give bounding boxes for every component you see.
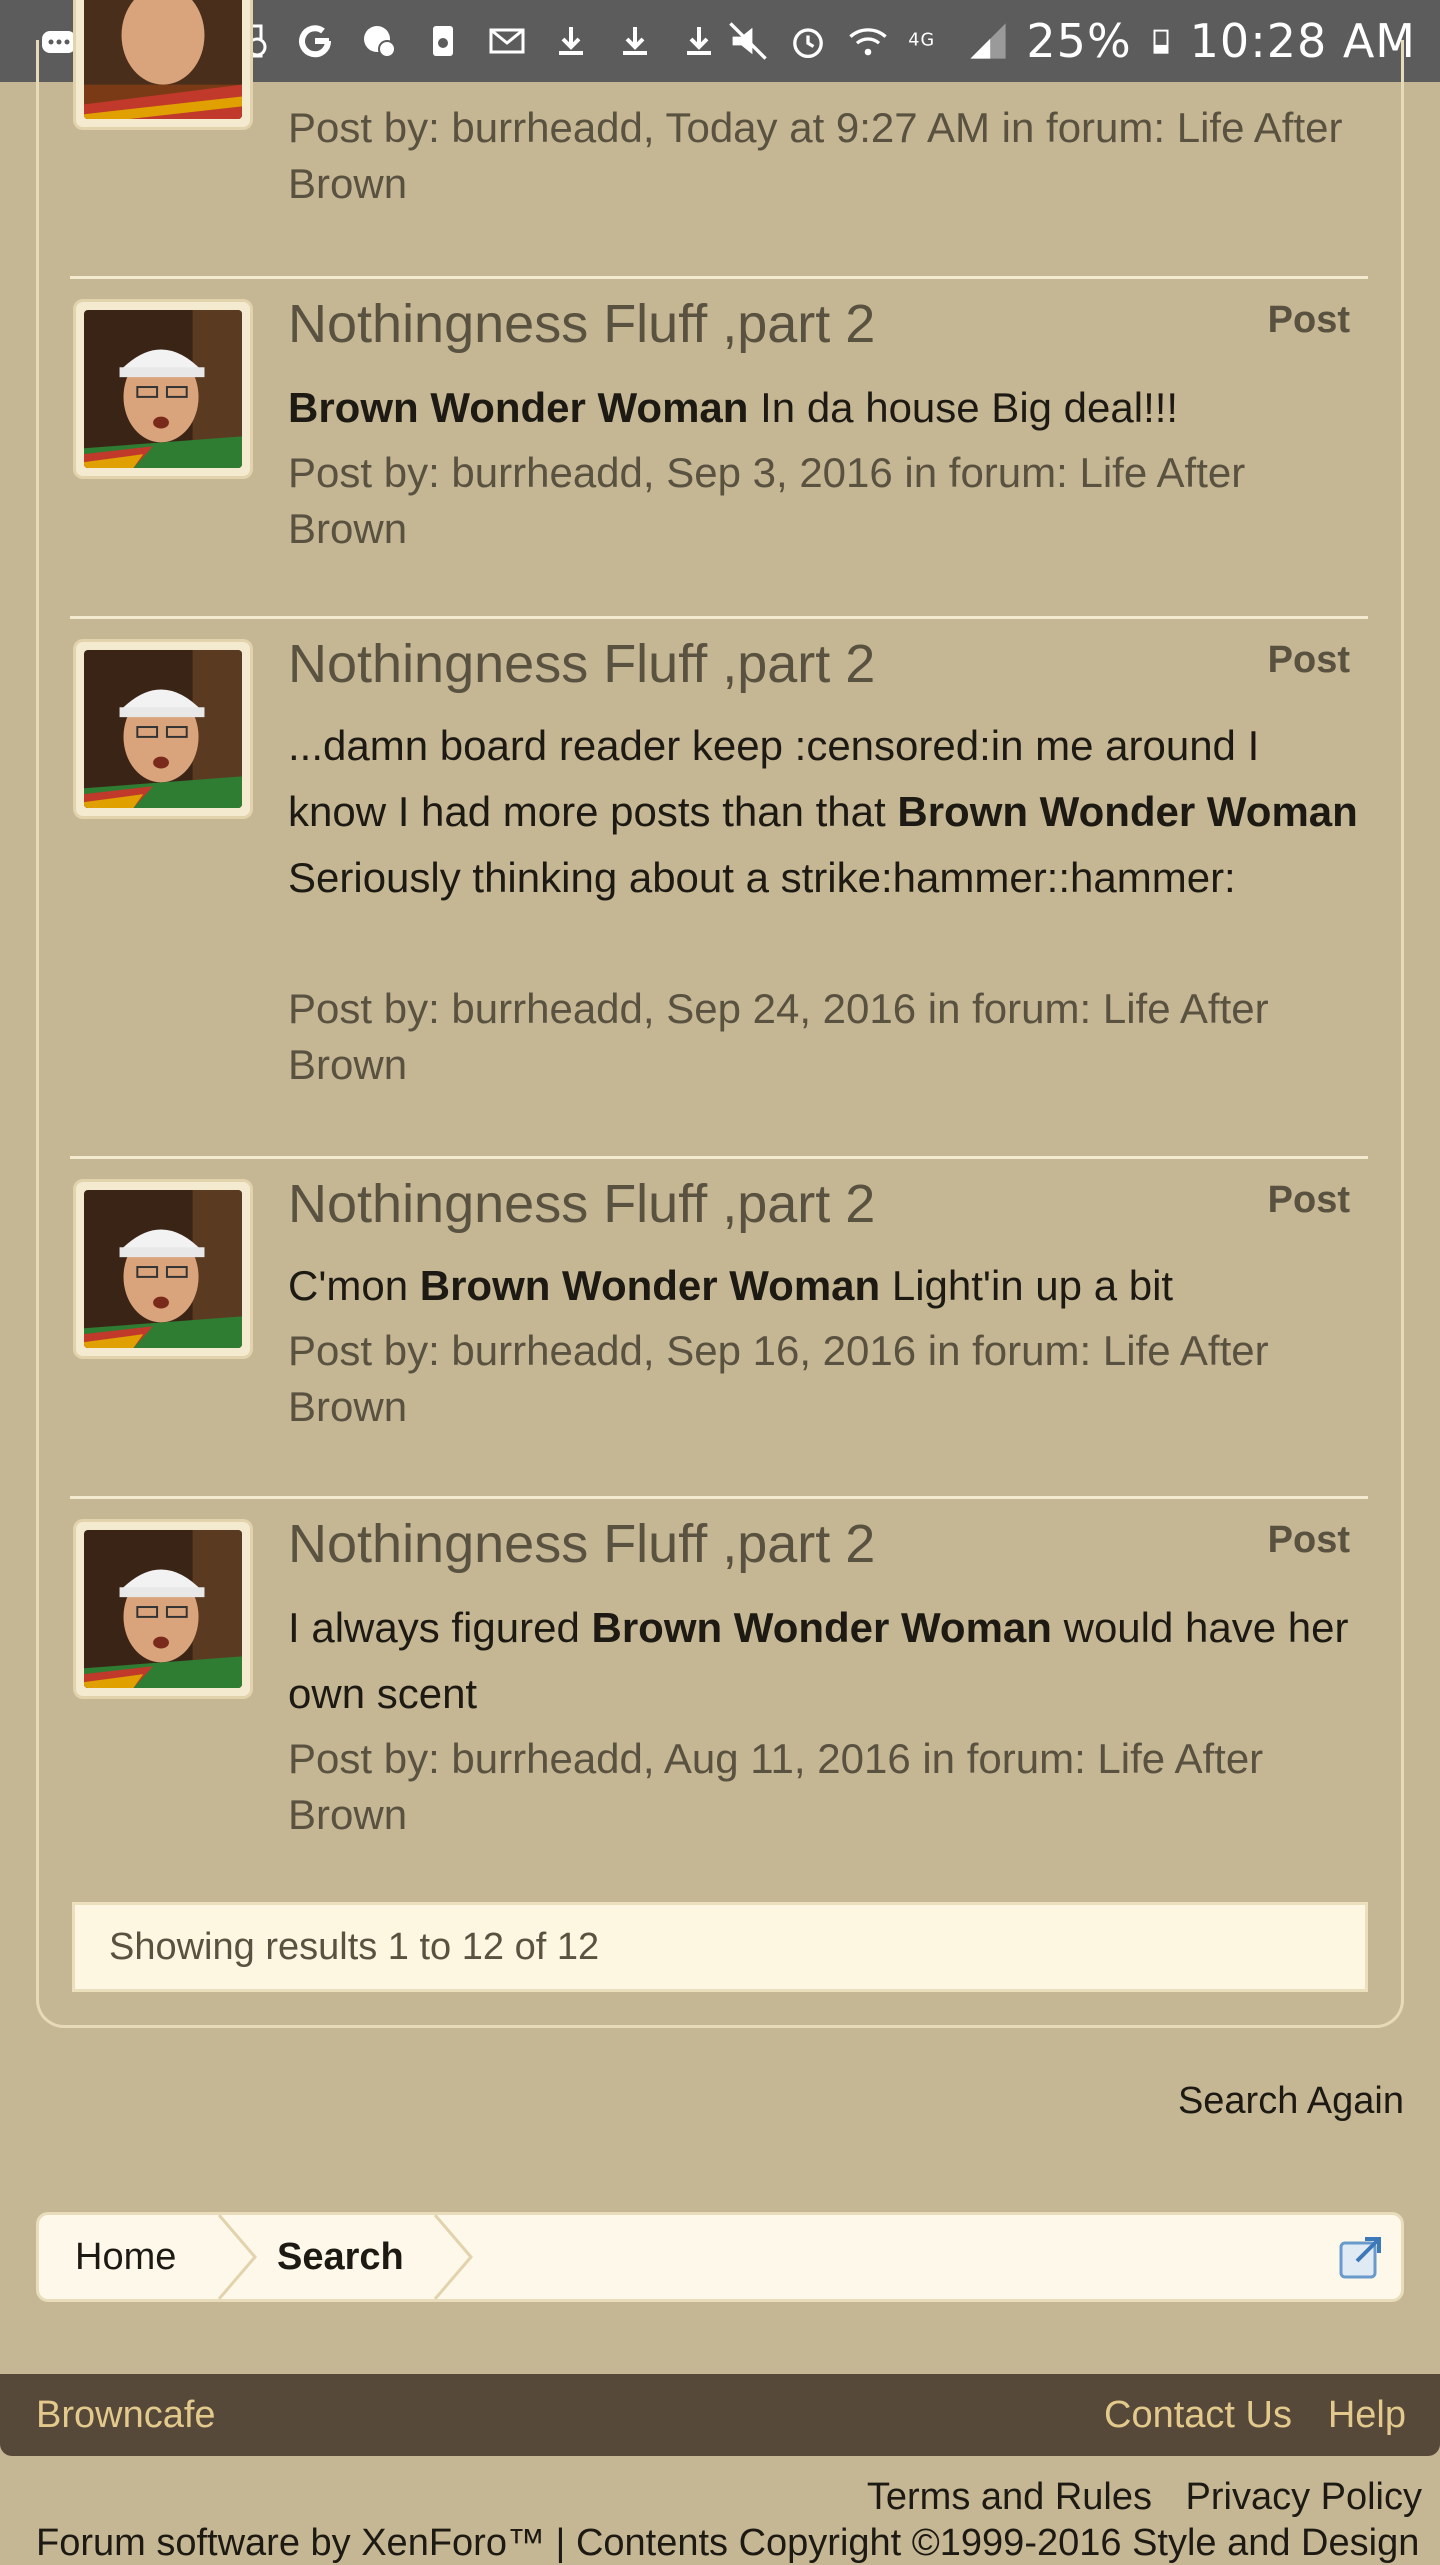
avatar-image — [84, 310, 242, 468]
avatar-image — [84, 1530, 242, 1688]
avatar[interactable] — [73, 1519, 253, 1699]
privacy-link[interactable]: Privacy Policy — [1186, 2476, 1423, 2519]
search-result: Post by: burrheadd, Today at 9:27 AM in … — [70, 0, 1368, 270]
result-snippet: C'mon Brown Wonder Woman Light'in up a b… — [288, 1253, 1358, 1319]
avatar-image — [84, 1190, 242, 1348]
result-meta: Post by: burrheadd, Sep 16, 2016 in foru… — [288, 1327, 1269, 1430]
result-snippet: Brown Wonder Woman In da house Big deal!… — [288, 375, 1358, 441]
contact-us-link[interactable]: Contact Us — [1104, 2374, 1292, 2456]
avatar[interactable] — [73, 299, 253, 479]
result-title[interactable]: Nothingness Fluff ,part 2 — [288, 293, 875, 355]
result-snippet: ...damn board reader keep :censored:in m… — [288, 713, 1358, 911]
result-meta: Post by: burrheadd, Aug 11, 2016 in foru… — [288, 1735, 1264, 1838]
result-meta: Post by: burrheadd, Sep 3, 2016 in forum… — [288, 449, 1246, 552]
search-highlight: Brown Wonder Woman — [419, 1262, 881, 1309]
snippet-text: Seriously thinking about a strike:hammer… — [288, 854, 1236, 901]
search-result: Nothingness Fluff ,part 2 Post Brown Won… — [70, 276, 1368, 615]
footer-home-link[interactable]: Browncafe — [36, 2374, 216, 2456]
result-title[interactable]: Nothingness Fluff ,part 2 — [288, 1513, 875, 1575]
search-highlight: Brown Wonder Woman — [591, 1604, 1052, 1651]
snippet-text: Light'in up a bit — [880, 1262, 1174, 1309]
breadcrumb-separator-icon — [217, 2215, 257, 2299]
snippet-text: I always figured — [288, 1604, 592, 1651]
result-snippet: I always figured Brown Wonder Woman woul… — [288, 1595, 1358, 1727]
breadcrumb-home[interactable]: Home — [75, 2215, 176, 2299]
breadcrumb: Home Search — [36, 2212, 1404, 2302]
breadcrumb-search[interactable]: Search — [277, 2215, 404, 2299]
search-highlight: Brown Wonder Woman — [288, 384, 749, 431]
footer-bar: Browncafe Contact Us Help — [0, 2374, 1440, 2456]
avatar[interactable] — [73, 1179, 253, 1359]
search-result: Nothingness Fluff ,part 2 Post C'mon Bro… — [70, 1156, 1368, 1495]
results-count: Showing results 1 to 12 of 12 — [72, 1902, 1368, 1992]
copyright-notice: Forum software by XenForo™ | Contents Co… — [36, 2522, 1420, 2564]
avatar-image — [84, 0, 242, 119]
avatar[interactable] — [73, 639, 253, 819]
jump-to-icon[interactable] — [1337, 2235, 1385, 2281]
avatar-image — [84, 650, 242, 808]
result-title[interactable]: Nothingness Fluff ,part 2 — [288, 633, 875, 695]
result-meta: Post by: burrheadd, Today at 9:27 AM in … — [288, 104, 1343, 207]
breadcrumb-separator-icon — [433, 2215, 473, 2299]
result-type: Post — [1267, 299, 1350, 341]
search-result: Nothingness Fluff ,part 2 Post ...damn b… — [70, 616, 1368, 1155]
snippet-text: In da house Big deal!!! — [748, 384, 1179, 431]
result-title[interactable]: Nothingness Fluff ,part 2 — [288, 1173, 875, 1235]
search-again-link[interactable]: Search Again — [1178, 2080, 1404, 2123]
search-highlight: Brown Wonder Woman — [897, 788, 1358, 835]
result-meta: Post by: burrheadd, Sep 24, 2016 in foru… — [288, 985, 1269, 1088]
snippet-text: C'mon — [288, 1262, 420, 1309]
result-type: Post — [1267, 639, 1350, 681]
result-type: Post — [1267, 1519, 1350, 1561]
result-type: Post — [1267, 1179, 1350, 1221]
terms-link[interactable]: Terms and Rules — [867, 2476, 1152, 2519]
search-result: Nothingness Fluff ,part 2 Post I always … — [70, 1496, 1368, 1879]
avatar[interactable] — [73, 0, 253, 130]
help-link[interactable]: Help — [1328, 2374, 1406, 2456]
